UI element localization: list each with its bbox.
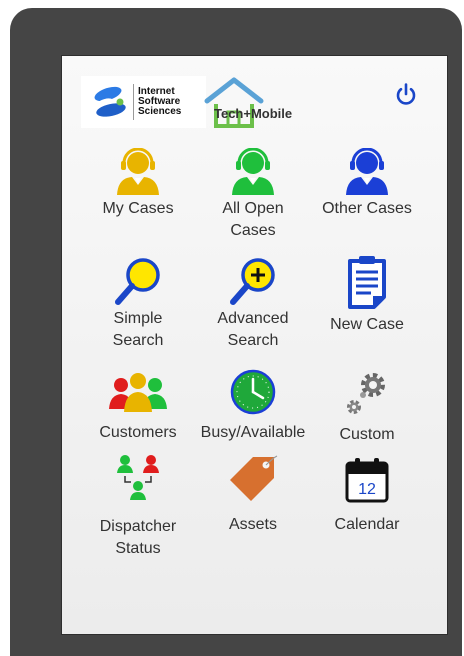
tag-icon: [230, 455, 278, 501]
agent-headset-icon: [346, 148, 388, 195]
clipboard-icon: [348, 256, 386, 309]
agent-headset-icon: [232, 148, 274, 195]
new-case-button[interactable]: New Case: [307, 256, 427, 336]
advanced-search-label-line1: Advanced: [217, 310, 289, 327]
custom-label: Custom: [339, 426, 395, 443]
all-open-cases-label-line1: All Open: [222, 200, 284, 217]
agent-headset-icon: [117, 148, 159, 195]
app-logo: Tech+Mobile: [204, 76, 316, 132]
calendar-icon: 12: [345, 458, 389, 503]
my-cases-button[interactable]: My Cases: [78, 146, 198, 220]
simple-search-label-line2: Search: [112, 332, 164, 349]
dispatcher-status-label-line1: Dispatcher: [99, 518, 177, 535]
calendar-label: Calendar: [334, 516, 400, 533]
simple-search-label-line1: Simple: [113, 310, 163, 327]
customers-group-icon: [109, 373, 167, 412]
power-icon: [396, 83, 416, 105]
company-name-line3: Sciences: [138, 106, 182, 117]
dispatcher-network-icon: [117, 455, 159, 500]
company-name: Internet Software Sciences: [138, 87, 181, 117]
clock-icon: [230, 369, 276, 415]
magnifier-icon: [115, 258, 160, 305]
my-cases-label: My Cases: [102, 200, 174, 217]
assets-button[interactable]: Assets: [193, 454, 313, 536]
other-cases-label: Other Cases: [322, 200, 412, 217]
calendar-button[interactable]: 12 Calendar: [307, 454, 427, 536]
all-open-cases-label-line2: Cases: [230, 222, 276, 239]
busy-available-button[interactable]: Busy/Available: [193, 366, 313, 444]
iss-swirl-icon: [94, 86, 126, 117]
app-screen: Internet Software Sciences Tech+Mobile M…: [61, 55, 448, 635]
house-icon: [204, 77, 264, 128]
gears-icon: [347, 373, 385, 414]
dispatcher-status-button[interactable]: Dispatcher Status: [78, 454, 198, 560]
power-button[interactable]: [394, 82, 418, 106]
magnifier-plus-icon: [230, 258, 275, 305]
calendar-day-number: 12: [358, 481, 376, 498]
simple-search-button[interactable]: Simple Search: [78, 256, 198, 352]
assets-label: Assets: [228, 516, 277, 533]
busy-available-label: Busy/Available: [200, 424, 306, 441]
company-logo: Internet Software Sciences: [81, 76, 206, 128]
advanced-search-label-line2: Search: [227, 332, 279, 349]
app-name: Tech+Mobile: [214, 106, 293, 121]
advanced-search-label: Advanced Search: [193, 308, 313, 352]
other-cases-button[interactable]: Other Cases: [307, 146, 427, 220]
all-open-cases-button[interactable]: All Open Cases: [193, 146, 313, 242]
all-open-cases-label: All Open Cases: [193, 198, 313, 242]
customers-button[interactable]: Customers: [78, 366, 198, 444]
dispatcher-status-label: Dispatcher Status: [78, 506, 198, 560]
customers-label: Customers: [99, 424, 177, 441]
logo-divider: [133, 84, 134, 120]
dispatcher-status-label-line2: Status: [115, 540, 161, 557]
device-frame: Internet Software Sciences Tech+Mobile M…: [10, 8, 462, 656]
new-case-label: New Case: [330, 316, 404, 333]
custom-button[interactable]: Custom: [307, 366, 427, 446]
header: Internet Software Sciences Tech+Mobile: [62, 56, 447, 146]
advanced-search-button[interactable]: Advanced Search: [193, 256, 313, 352]
simple-search-label: Simple Search: [78, 308, 198, 352]
